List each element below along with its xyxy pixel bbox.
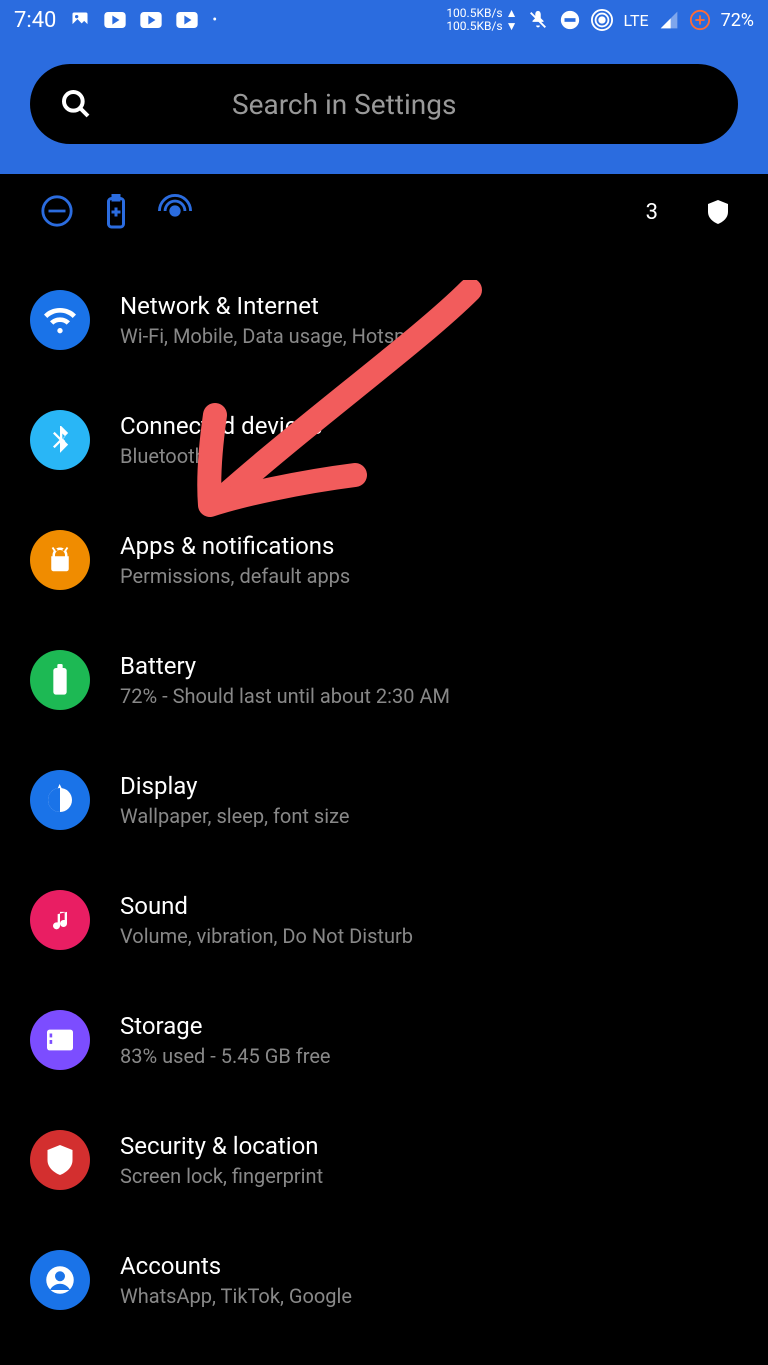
suggestion-count: 3 — [646, 200, 658, 225]
accounts-icon — [30, 1250, 90, 1310]
display-icon — [30, 770, 90, 830]
header: Search in Settings — [0, 40, 768, 174]
item-subtitle: WhatsApp, TikTok, Google — [120, 1284, 738, 1308]
suggestion-row: 3 — [0, 174, 768, 250]
item-subtitle: Wallpaper, sleep, font size — [120, 804, 738, 828]
item-title: Security & location — [120, 1132, 738, 1160]
item-subtitle: Wi-Fi, Mobile, Data usage, Hotspot — [120, 324, 738, 348]
settings-item-display[interactable]: Display Wallpaper, sleep, font size — [0, 740, 768, 860]
settings-list: Network & Internet Wi-Fi, Mobile, Data u… — [0, 250, 768, 1350]
item-title: Accounts — [120, 1252, 738, 1280]
youtube-icon — [176, 12, 198, 28]
battery-percent: 72% — [721, 10, 754, 31]
item-subtitle: Bluetooth — [120, 444, 738, 468]
dnd-suggestion-icon[interactable] — [40, 194, 74, 230]
settings-item-network[interactable]: Network & Internet Wi-Fi, Mobile, Data u… — [0, 260, 768, 380]
item-title: Apps & notifications — [120, 532, 738, 560]
item-subtitle: 83% used - 5.45 GB free — [120, 1044, 738, 1068]
settings-item-accounts[interactable]: Accounts WhatsApp, TikTok, Google — [0, 1220, 768, 1340]
item-subtitle: Volume, vibration, Do Not Disturb — [120, 924, 738, 948]
hotspot-icon — [591, 9, 613, 31]
youtube-icon — [140, 12, 162, 28]
shield-icon[interactable] — [708, 200, 728, 224]
storage-icon — [30, 1010, 90, 1070]
settings-item-security[interactable]: Security & location Screen lock, fingerp… — [0, 1100, 768, 1220]
settings-item-storage[interactable]: Storage 83% used - 5.45 GB free — [0, 980, 768, 1100]
hotspot-suggestion-icon[interactable] — [158, 194, 192, 230]
search-bar[interactable]: Search in Settings — [30, 64, 738, 144]
item-title: Connected devices — [120, 412, 738, 440]
item-title: Sound — [120, 892, 738, 920]
item-subtitle: Permissions, default apps — [120, 564, 738, 588]
settings-item-connected[interactable]: Connected devices Bluetooth — [0, 380, 768, 500]
bluetooth-icon — [30, 410, 90, 470]
sound-icon — [30, 890, 90, 950]
settings-item-battery[interactable]: Battery 72% - Should last until about 2:… — [0, 620, 768, 740]
lte-label: LTE — [623, 11, 648, 30]
gallery-icon — [70, 10, 90, 30]
apps-icon — [30, 530, 90, 590]
item-subtitle: 72% - Should last until about 2:30 AM — [120, 684, 738, 708]
status-bar: 7:40 • 100.5KB/s ▲ 100.5KB/s ▼ — [0, 0, 768, 40]
dnd-icon — [559, 9, 581, 31]
settings-item-sound[interactable]: Sound Volume, vibration, Do Not Disturb — [0, 860, 768, 980]
search-icon — [60, 88, 92, 120]
item-title: Display — [120, 772, 738, 800]
status-time: 7:40 — [14, 8, 56, 33]
youtube-icon — [104, 12, 126, 28]
search-placeholder: Search in Settings — [232, 88, 708, 121]
battery-icon — [30, 650, 90, 710]
item-subtitle: Screen lock, fingerprint — [120, 1164, 738, 1188]
network-speed: 100.5KB/s ▲ 100.5KB/s ▼ — [446, 7, 517, 33]
battery-saver-icon — [689, 9, 711, 31]
mute-icon — [527, 9, 549, 31]
settings-item-apps[interactable]: Apps & notifications Permissions, defaul… — [0, 500, 768, 620]
item-title: Network & Internet — [120, 292, 738, 320]
security-icon — [30, 1130, 90, 1190]
item-title: Battery — [120, 652, 738, 680]
signal-icon — [659, 10, 679, 30]
more-notifications-dot: • — [212, 12, 217, 28]
battery-suggestion-icon[interactable] — [104, 194, 128, 230]
item-title: Storage — [120, 1012, 738, 1040]
wifi-icon — [30, 290, 90, 350]
